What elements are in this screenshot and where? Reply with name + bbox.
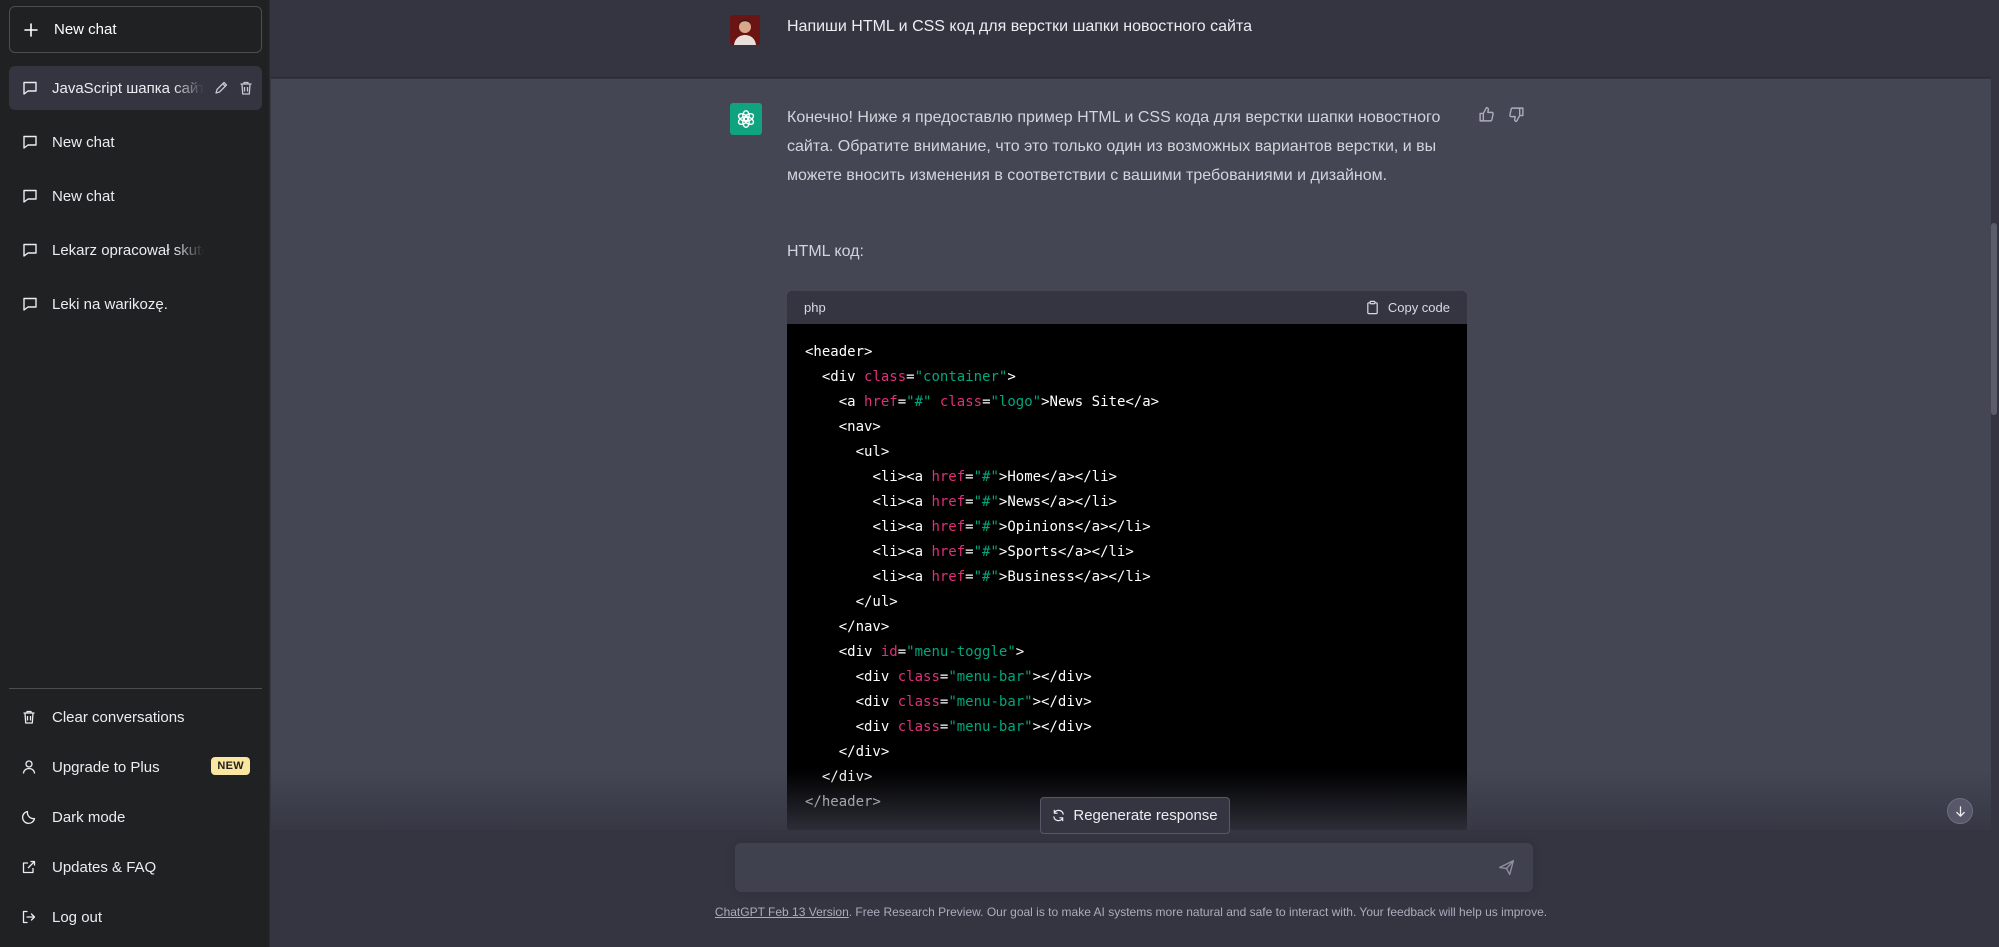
- copy-code-button[interactable]: Copy code: [1365, 300, 1450, 315]
- sidebar-conversation-active[interactable]: JavaScript шапка сайта: [9, 66, 262, 110]
- sidebar: New chat JavaScript шапка сайта New chat…: [0, 0, 270, 947]
- new-chat-button[interactable]: New chat: [9, 6, 262, 53]
- clear-label: Clear conversations: [52, 708, 185, 726]
- upgrade-label: Upgrade to Plus: [52, 758, 160, 776]
- thumbs-down-icon[interactable]: [1508, 106, 1525, 123]
- dark-mode-button[interactable]: Dark mode: [9, 795, 262, 839]
- logout-button[interactable]: Log out: [9, 895, 262, 939]
- dark-mode-label: Dark mode: [52, 808, 126, 826]
- conversation-label: New chat: [52, 133, 115, 151]
- copy-code-label: Copy code: [1387, 300, 1450, 315]
- user-icon: [22, 760, 36, 774]
- logout-label: Log out: [52, 908, 103, 926]
- conversation-label: Lekarz opracował skuteczny: [52, 241, 204, 259]
- scrollbar-track: [1991, 0, 1999, 947]
- regenerate-label: Regenerate response: [1073, 807, 1218, 824]
- upgrade-button[interactable]: Upgrade to Plus NEW: [9, 745, 262, 789]
- regenerate-response-button[interactable]: Regenerate response: [1040, 797, 1230, 834]
- refresh-icon: [1053, 809, 1065, 822]
- scrollbar-thumb[interactable]: [1991, 223, 1997, 415]
- version-link[interactable]: ChatGPT Feb 13 Version: [715, 905, 849, 919]
- footer-text: . Free Research Preview. Our goal is to …: [848, 905, 1548, 919]
- html-code-label: HTML код:: [787, 243, 864, 260]
- chat-bubble-icon: [23, 243, 37, 257]
- message-input[interactable]: [735, 843, 1533, 892]
- assistant-avatar: [730, 103, 762, 135]
- user-message-text: Напиши HTML и CSS код для верстки шапки …: [787, 18, 1253, 35]
- conversation-label: New chat: [52, 187, 115, 205]
- openai-logo-icon: [737, 110, 755, 128]
- chat-bubble-icon: [23, 189, 37, 203]
- updates-label: Updates & FAQ: [52, 858, 157, 876]
- code-block: php Copy code <header> <div class="conta…: [787, 291, 1467, 833]
- code-block-header: php Copy code: [787, 291, 1467, 324]
- user-avatar: [730, 15, 760, 45]
- scroll-to-bottom-button[interactable]: [1947, 798, 1973, 824]
- new-badge: NEW: [211, 757, 250, 775]
- sidebar-conversation[interactable]: New chat: [9, 120, 262, 164]
- sidebar-conversation[interactable]: Lekarz opracował skuteczny: [9, 228, 262, 272]
- moon-icon: [21, 810, 36, 825]
- delete-icon[interactable]: [238, 80, 254, 96]
- trash-icon: [23, 710, 35, 724]
- arrow-down-icon: [1955, 805, 1965, 817]
- sidebar-conversation[interactable]: Leki na warikozę.: [9, 282, 262, 326]
- conversation-label: JavaScript шапка сайта: [52, 79, 204, 97]
- thumbs-up-icon[interactable]: [1478, 106, 1495, 123]
- plus-icon: [24, 22, 38, 37]
- send-icon[interactable]: [1498, 859, 1515, 876]
- new-chat-label: New chat: [54, 21, 117, 38]
- clear-conversations-button[interactable]: Clear conversations: [9, 695, 262, 739]
- chat-bubble-icon: [23, 297, 37, 311]
- code-language: php: [804, 300, 826, 315]
- clipboard-icon: [1367, 300, 1378, 315]
- conversation-label: Leki na warikozę.: [52, 295, 168, 313]
- code-content: <header> <div class="container"> <a href…: [805, 344, 1160, 810]
- logout-icon: [22, 910, 36, 924]
- user-message-row: [271, 0, 1991, 78]
- sidebar-conversation[interactable]: New chat: [9, 174, 262, 218]
- chat-bubble-icon: [23, 135, 37, 149]
- assistant-answer-text: Конечно! Ниже я предоставлю пример HTML …: [787, 109, 1441, 184]
- footer-disclaimer: ChatGPT Feb 13 Version. Free Research Pr…: [271, 905, 1991, 919]
- updates-faq-link[interactable]: Updates & FAQ: [9, 845, 262, 889]
- sidebar-divider: [9, 688, 262, 689]
- edit-icon[interactable]: [213, 80, 229, 96]
- chat-bubble-icon: [23, 81, 37, 95]
- external-link-icon: [22, 860, 36, 874]
